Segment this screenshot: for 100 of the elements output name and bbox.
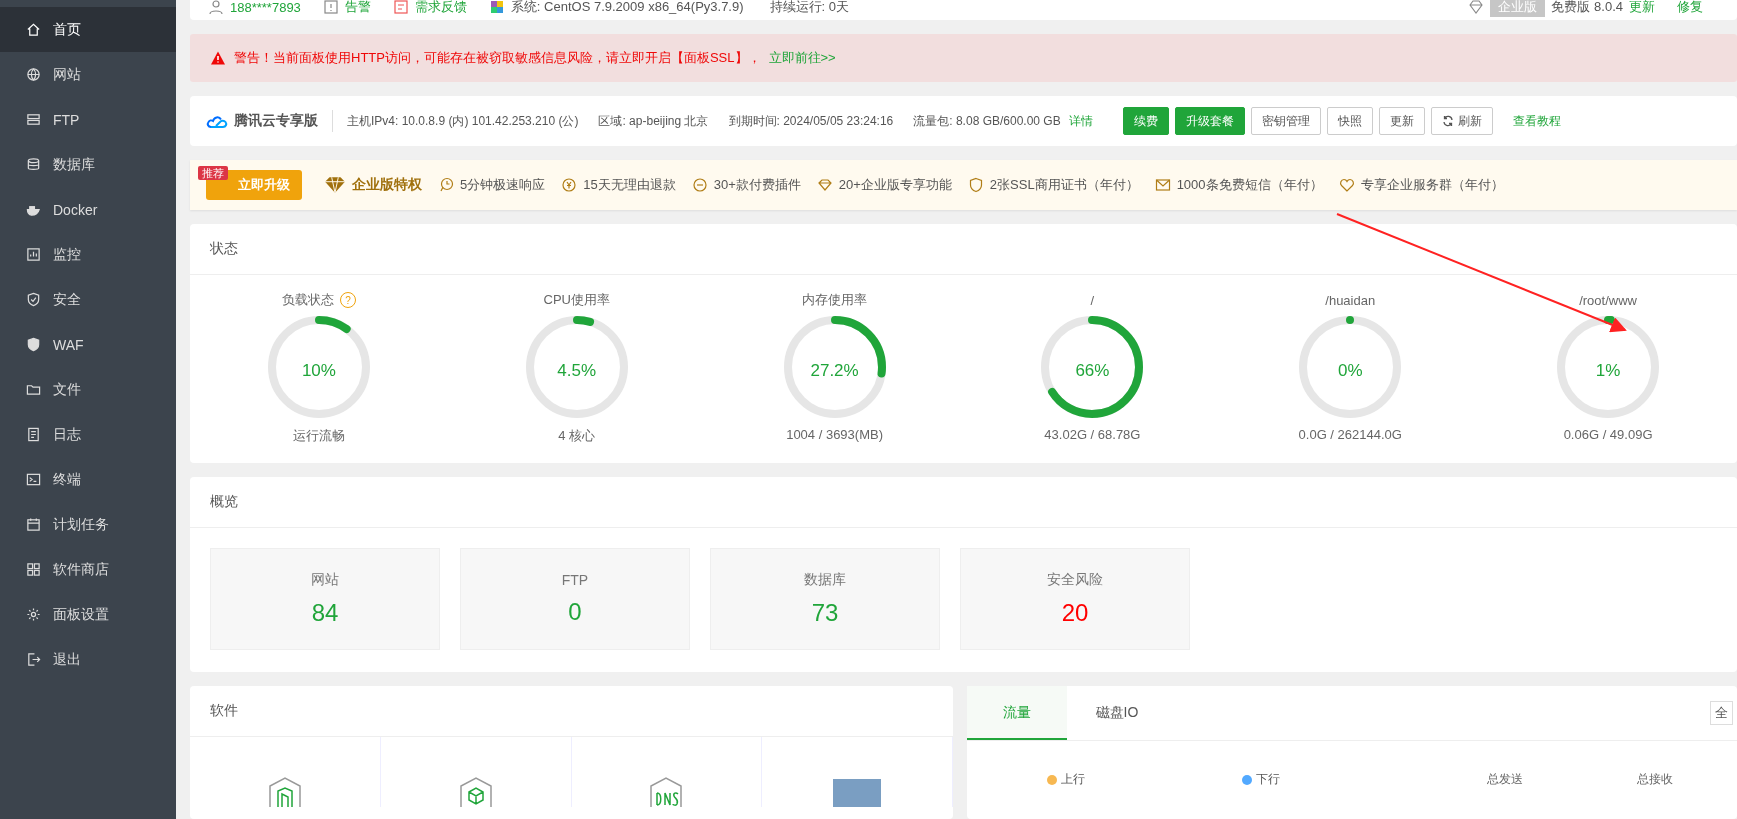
action-button[interactable]: 更新 [1378, 107, 1425, 135]
photo-placeholder[interactable] [833, 779, 882, 807]
uptime-text: 持续运行: 0天 [769, 0, 849, 16]
enterprise-title: 企业版特权 [352, 176, 422, 194]
sidebar-item[interactable]: 计划任务 [0, 502, 176, 547]
overview-tile[interactable]: FTP 0 [460, 548, 690, 650]
info-field: 主机IPv4: 10.0.8.9 (内) 101.42.253.210 (公) [347, 112, 579, 130]
feature-text: 30+款付费插件 [713, 176, 801, 194]
gauge-detail: 43.02G / 68.78G [1044, 427, 1141, 442]
gauge-label: 负载状态 [281, 291, 334, 309]
cloud-logo-icon [206, 113, 228, 129]
tile-value: 0 [568, 598, 582, 626]
overview-tile[interactable]: 安全风险 20 [960, 548, 1190, 650]
database-icon [26, 157, 41, 172]
panel-title: 概览 [190, 477, 1737, 528]
diamond-icon [324, 176, 346, 194]
coin-icon [561, 177, 578, 193]
tile-value: 20 [1061, 599, 1089, 627]
clock-icon [438, 177, 454, 193]
recommend-ribbon: 推荐 [198, 166, 228, 180]
feature-text: 2张SSL商用证书（年付） [989, 176, 1139, 194]
warning-icon [210, 50, 226, 66]
sidebar-item[interactable]: 日志 [0, 412, 176, 457]
version-text: 免费版 8.0.4 [1551, 0, 1623, 16]
alert-icon [322, 0, 339, 15]
sidebar-item[interactable]: Docker [0, 187, 176, 232]
terminal-icon [26, 472, 41, 487]
brand-name: 腾讯云专享版 [234, 112, 318, 130]
range-select[interactable]: 全 [1710, 701, 1733, 725]
gauge-label: /root/www [1579, 292, 1637, 308]
server-icon [26, 112, 41, 127]
tile-label: 安全风险 [1047, 571, 1103, 589]
panel-title: 软件 [190, 686, 953, 737]
edition-badge: 企业版 [1490, 0, 1546, 17]
sidebar-item[interactable]: 软件商店 [0, 547, 176, 592]
sidebar-item[interactable]: FTP [0, 97, 176, 142]
globe-icon [26, 67, 41, 82]
heart-icon [1338, 177, 1355, 193]
folder-icon [26, 382, 41, 397]
gauge-detail: 0.06G / 49.09G [1563, 427, 1653, 442]
feature-text: 1000条免费短信（年付） [1176, 176, 1323, 194]
monitor-icon [26, 247, 41, 262]
gauge-label: / [1090, 292, 1095, 308]
legend-label: 下行 [1256, 771, 1280, 788]
diamond-icon [816, 177, 833, 193]
envelope-icon [1154, 177, 1171, 193]
feature-text: 专享企业服务群（年付） [1360, 176, 1504, 194]
gauge-detail: 0.0G / 262144.0G [1298, 427, 1402, 442]
sidebar-item[interactable]: 首页 [0, 7, 176, 52]
sidebar-item[interactable]: 监控 [0, 232, 176, 277]
gear-icon [26, 607, 41, 622]
legend-label: 上行 [1061, 771, 1085, 788]
grid-icon [26, 562, 41, 577]
document-icon [26, 427, 41, 442]
tile-label: 网站 [311, 571, 339, 589]
panel-title: 状态 [190, 224, 1737, 275]
action-button[interactable]: 快照 [1326, 107, 1373, 135]
sidebar-item[interactable]: WAF [0, 322, 176, 367]
gauge-detail: 4 核心 [558, 427, 596, 445]
gauge-value: 66% [1075, 361, 1110, 381]
feedback-icon [392, 0, 409, 15]
feature-text: 5分钟极速响应 [460, 176, 546, 194]
tile-value: 73 [811, 599, 839, 627]
user-icon [208, 0, 224, 15]
gauge-value: 10% [301, 361, 336, 381]
plugin-icon [691, 177, 708, 193]
sidebar-item[interactable]: 文件 [0, 367, 176, 412]
gauge-detail: 运行流畅 [292, 427, 345, 445]
diamond-icon [1468, 0, 1485, 15]
shield-icon [26, 292, 41, 307]
system-info: 系统: CentOS 7.9.2009 x86_64(Py3.7.9) [510, 0, 744, 16]
sidebar-item[interactable]: 数据库 [0, 142, 176, 187]
info-field: 流量包: 8.08 GB/600.00 GB [913, 112, 1061, 130]
sidebar-item[interactable]: 面板设置 [0, 592, 176, 637]
refresh-icon [1441, 115, 1454, 127]
os-icon [488, 0, 505, 15]
tile-value: 84 [311, 599, 339, 627]
shield-icon [26, 337, 41, 352]
refresh-button[interactable]: 刷新 [1430, 107, 1493, 135]
ssl-shield-icon [967, 177, 984, 193]
tile-label: 数据库 [804, 571, 846, 589]
cube-hex-icon[interactable] [458, 777, 493, 807]
gauge-value: 0% [1337, 361, 1363, 381]
dns-hex-icon[interactable] [649, 777, 684, 807]
sidebar-item[interactable]: 安全 [0, 277, 176, 322]
logout-icon [26, 652, 41, 667]
overview-tile[interactable]: 数据库 73 [710, 548, 940, 650]
total-label: 总接收 [1637, 771, 1674, 788]
info-field: 到期时间: 2024/05/05 23:24:16 [728, 112, 894, 130]
overview-tile[interactable]: 网站 84 [210, 548, 440, 650]
sidebar-item[interactable]: 退出 [0, 637, 176, 682]
home-icon [26, 22, 41, 37]
gauge-value: 4.5% [557, 361, 597, 381]
feature-text: 15天无理由退款 [583, 176, 676, 194]
gauge-label: CPU使用率 [543, 291, 610, 309]
sidebar-item[interactable]: 网站 [0, 52, 176, 97]
gauge-label: 内存使用率 [802, 291, 868, 309]
total-label: 总发送 [1487, 771, 1524, 788]
action-button[interactable]: 密钥管理 [1250, 107, 1321, 135]
sidebar-item[interactable]: 终端 [0, 457, 176, 502]
